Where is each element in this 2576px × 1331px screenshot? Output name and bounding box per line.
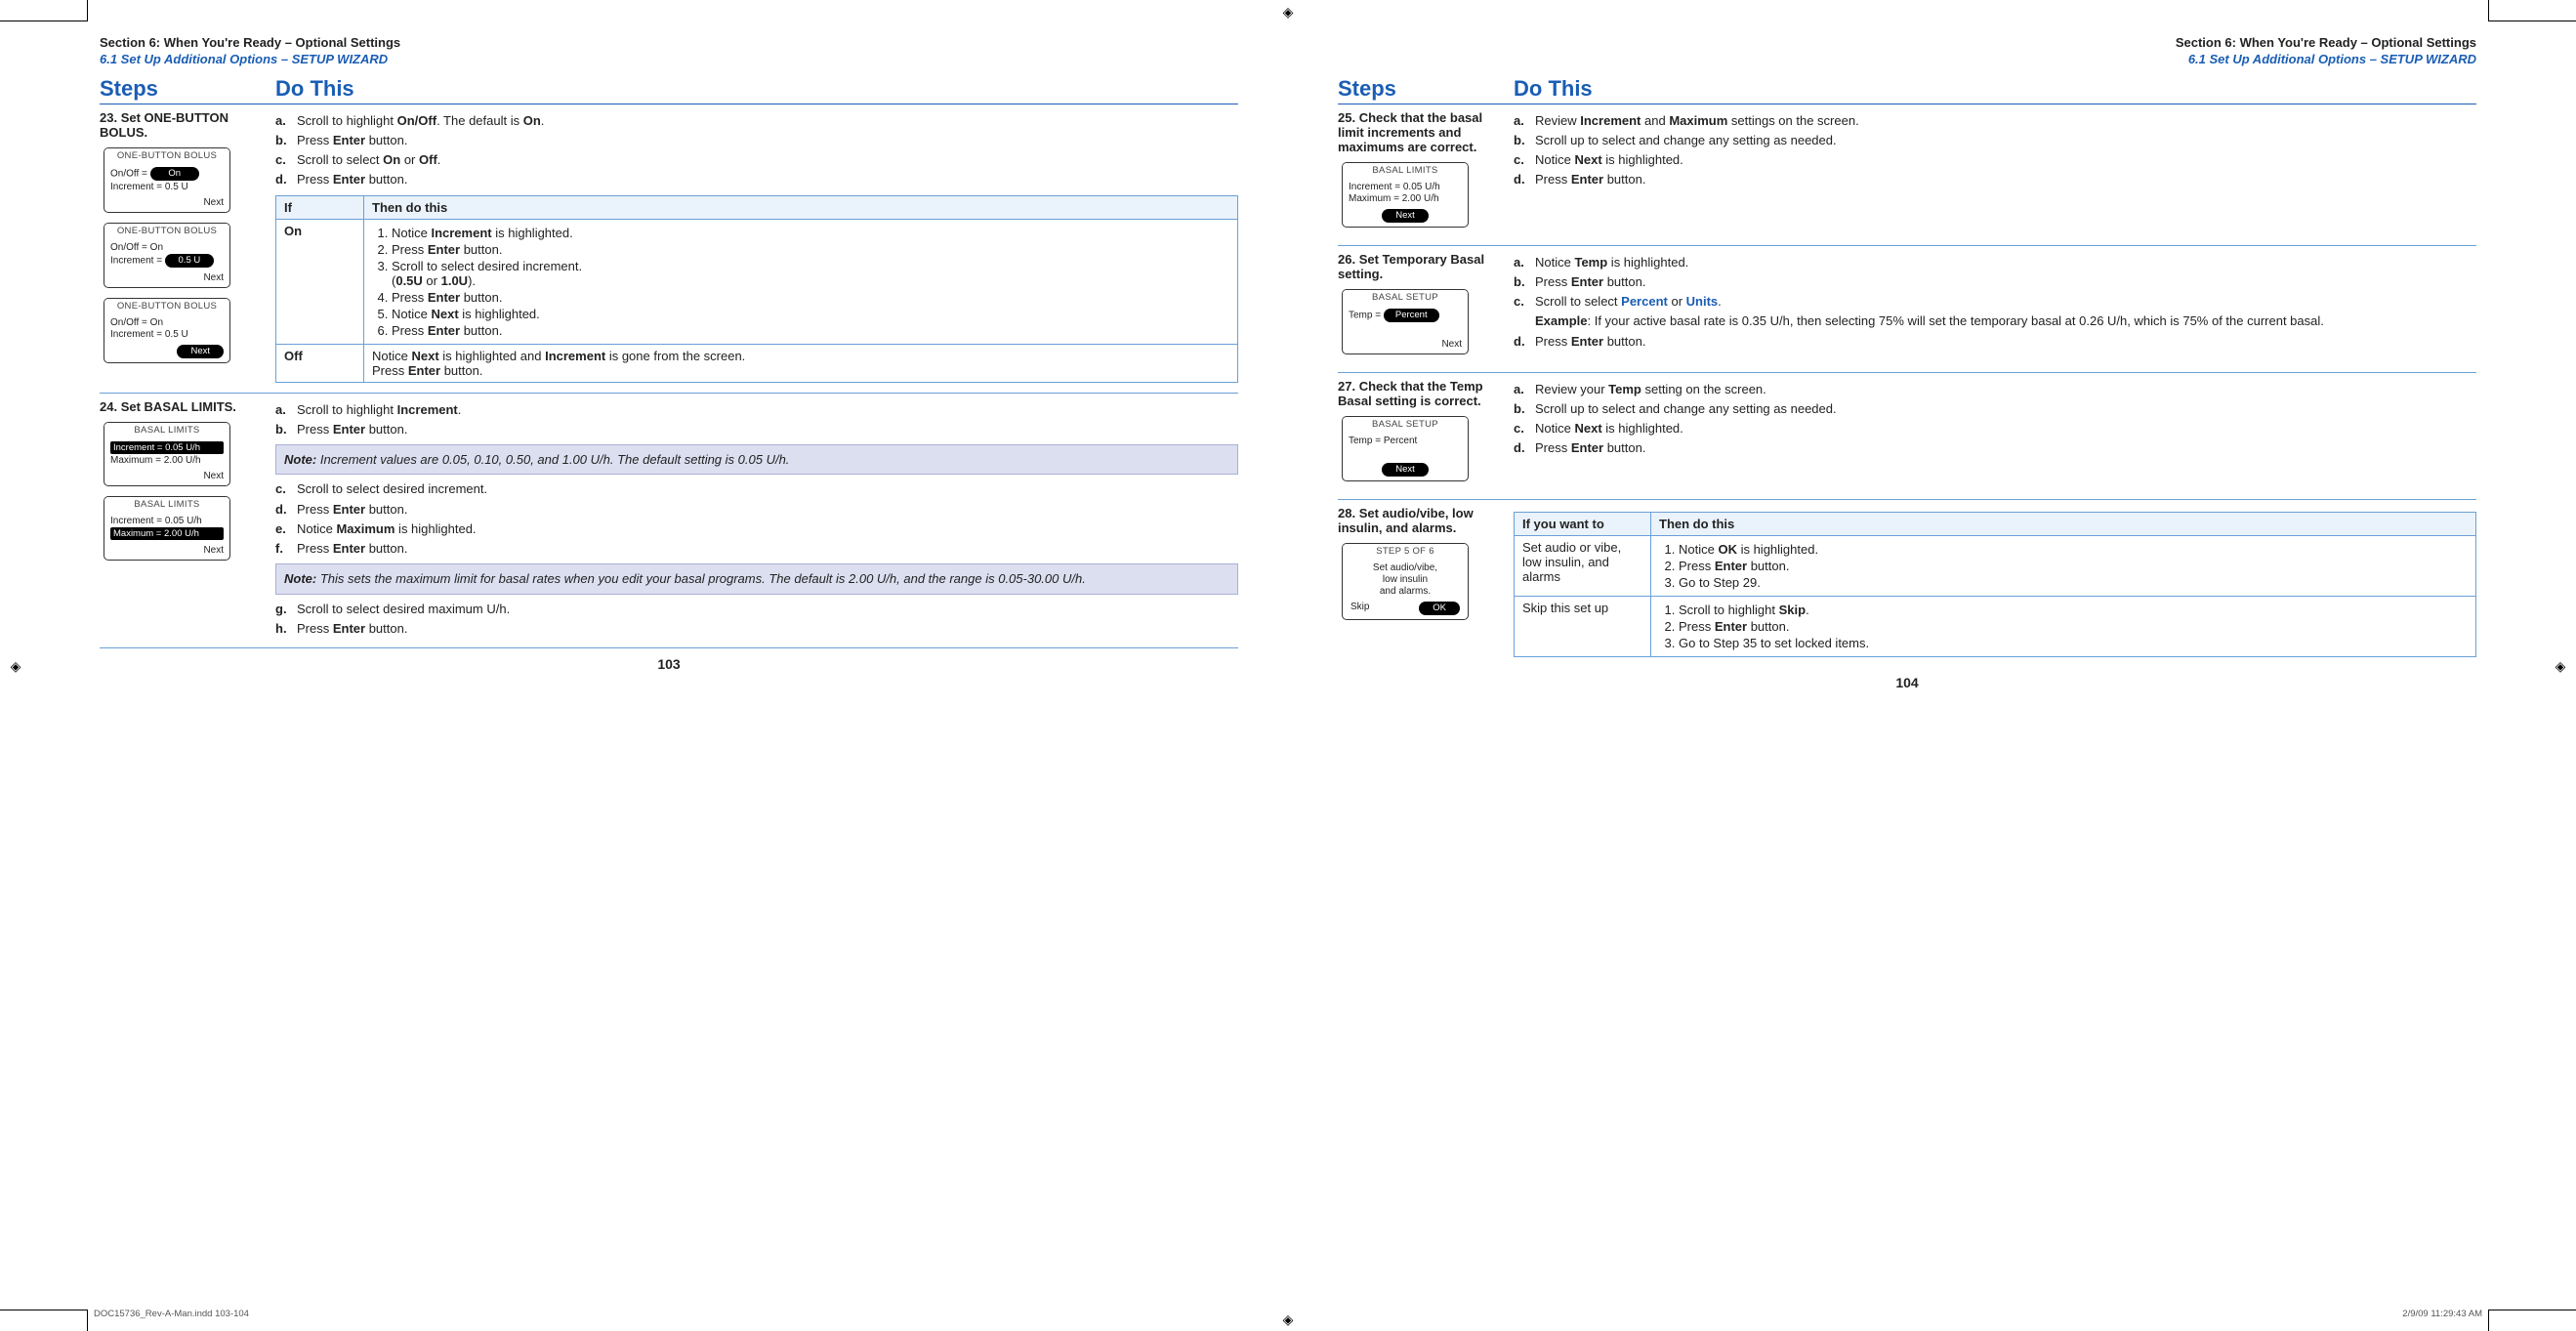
running-header: Section 6: When You're Ready – Optional … [100, 35, 1238, 68]
device-screen: BASAL LIMITS Increment = 0.05 U/h Maximu… [104, 496, 230, 561]
device-screen: STEP 5 OF 6 Set audio/vibe, low insulin … [1342, 543, 1469, 620]
device-screen: BASAL LIMITS Increment = 0.05 U/h Maximu… [104, 422, 230, 486]
heading-row: Steps Do This [100, 74, 1238, 104]
device-screen: ONE-BUTTON BOLUS On/Off = On Increment =… [104, 298, 230, 363]
page-number: 104 [1338, 675, 2476, 690]
col-header-dothis: Do This [1514, 74, 2476, 104]
step-27: 27. Check that the Temp Basal setting is… [1338, 373, 2476, 500]
step-24: 24. Set BASAL LIMITS. BASAL LIMITS Incre… [100, 394, 1238, 649]
device-screen: BASAL LIMITS Increment = 0.05 U/h Maximu… [1342, 162, 1469, 228]
heading-row: Steps Do This [1338, 74, 2476, 104]
page-right: Section 6: When You're Ready – Optional … [1332, 23, 2482, 694]
if-then-table: IfThen do this On Notice Increment is hi… [275, 195, 1238, 383]
document-slug: DOC15736_Rev-A-Man.indd 103-104 [94, 1309, 249, 1319]
registration-mark-icon: ◈ [1280, 4, 1296, 20]
step-26: 26. Set Temporary Basal setting. BASAL S… [1338, 246, 2476, 373]
device-screen: BASAL SETUP Temp = Percent Next [1342, 289, 1469, 354]
note-box: Note: This sets the maximum limit for ba… [275, 563, 1238, 595]
col-header-steps: Steps [100, 74, 275, 104]
device-screen: BASAL SETUP Temp = Percent Next [1342, 416, 1469, 481]
document-timestamp: 2/9/09 11:29:43 AM [2402, 1309, 2482, 1319]
device-screen: ONE-BUTTON BOLUS On/Off = On Increment =… [104, 147, 230, 213]
registration-mark-icon: ◈ [8, 658, 23, 674]
if-want-table: If you want toThen do this Set audio or … [1514, 512, 2476, 657]
col-header-dothis: Do This [275, 74, 1238, 104]
step-23: 23. Set ONE-BUTTON BOLUS. ONE-BUTTON BOL… [100, 104, 1238, 394]
note-box: Note: Increment values are 0.05, 0.10, 0… [275, 444, 1238, 476]
page-number: 103 [100, 656, 1238, 672]
col-header-steps: Steps [1338, 74, 1514, 104]
registration-mark-icon: ◈ [2553, 658, 2568, 674]
running-header: Section 6: When You're Ready – Optional … [1338, 35, 2476, 68]
step-28: 28. Set audio/vibe, low insulin, and ala… [1338, 500, 2476, 667]
step-25: 25. Check that the basal limit increment… [1338, 104, 2476, 246]
device-screen: ONE-BUTTON BOLUS On/Off = On Increment =… [104, 223, 230, 288]
page-left: Section 6: When You're Ready – Optional … [94, 23, 1244, 694]
print-footer: DOC15736_Rev-A-Man.indd 103-104 2/9/09 1… [94, 1309, 2482, 1319]
